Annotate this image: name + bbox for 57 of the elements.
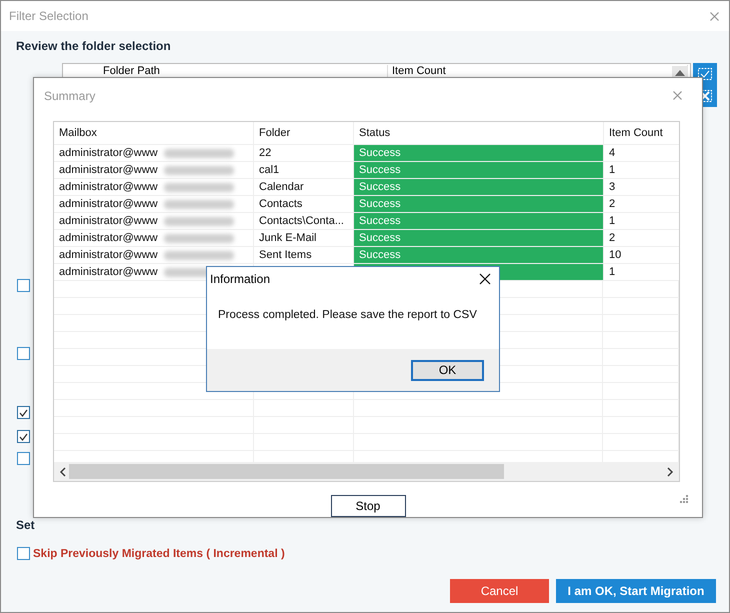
table-cell: administrator@www <box>54 246 254 263</box>
ok-button[interactable]: OK <box>411 360 484 380</box>
redacted-area <box>164 166 234 175</box>
resize-grip-icon[interactable] <box>680 495 688 503</box>
section-heading: Set <box>16 518 35 532</box>
status-cell: Success <box>354 246 604 263</box>
redacted-area <box>164 148 234 158</box>
status-cell: Success <box>354 178 604 195</box>
column-header: Folder <box>254 122 354 144</box>
redacted-area <box>164 216 234 226</box>
table-cell: 1 <box>604 212 679 229</box>
table-cell: 2 <box>604 196 679 212</box>
status-cell: Success <box>354 212 604 229</box>
redacted-area <box>164 234 234 243</box>
check-icon <box>19 408 28 416</box>
close-icon[interactable] <box>479 273 491 285</box>
checkbox[interactable] <box>17 279 30 292</box>
checkbox[interactable] <box>17 430 30 443</box>
redacted-area <box>164 250 234 260</box>
column-header: Mailbox <box>54 122 254 144</box>
checkbox[interactable] <box>17 547 30 560</box>
dialog-title: Summary <box>44 88 96 103</box>
status-cell: Success <box>354 144 604 161</box>
checkbox-label: Skip Previously Migrated Items ( Incremental ) <box>33 548 285 560</box>
column-header: Item Count <box>604 122 679 144</box>
checkbox[interactable] <box>17 406 30 419</box>
table-cell: administrator@www <box>54 230 254 246</box>
table-cell: 3 <box>604 178 679 195</box>
scroll-right-icon[interactable] <box>666 466 674 477</box>
status-cell: Success <box>354 196 604 212</box>
window-title: Filter Selection <box>9 9 88 23</box>
checkbox[interactable] <box>17 452 30 465</box>
table-cell: administrator@www <box>54 212 254 229</box>
table-cell: administrator@www <box>54 178 254 195</box>
table-cell: 4 <box>604 144 679 161</box>
cancel-button[interactable]: Cancel <box>450 579 549 603</box>
horizontal-scrollbar[interactable] <box>54 462 679 482</box>
status-cell: Success <box>354 162 604 178</box>
message-text: Process completed. Please save the report to CSV <box>218 309 477 321</box>
start-migration-button[interactable]: I am OK, Start Migration <box>556 579 716 603</box>
section-heading: Review the folder selection <box>16 39 171 53</box>
table-cell: 1 <box>604 162 679 178</box>
checkbox[interactable] <box>17 347 30 360</box>
redacted-area <box>164 200 234 209</box>
table-cell: 1 <box>604 264 679 280</box>
stop-button[interactable]: Stop <box>330 495 406 517</box>
status-cell: Success <box>354 230 604 246</box>
redacted-area <box>164 182 234 192</box>
table-cell: 2 <box>604 230 679 246</box>
table-cell: 10 <box>604 246 679 263</box>
table-cell: administrator@www <box>54 162 254 178</box>
table-cell: administrator@www <box>54 196 254 212</box>
scroll-left-icon[interactable] <box>59 466 67 477</box>
column-header: Status <box>354 122 604 144</box>
scrollbar-thumb[interactable] <box>69 464 504 480</box>
table-cell: administrator@www <box>54 144 254 161</box>
check-icon <box>19 432 28 440</box>
